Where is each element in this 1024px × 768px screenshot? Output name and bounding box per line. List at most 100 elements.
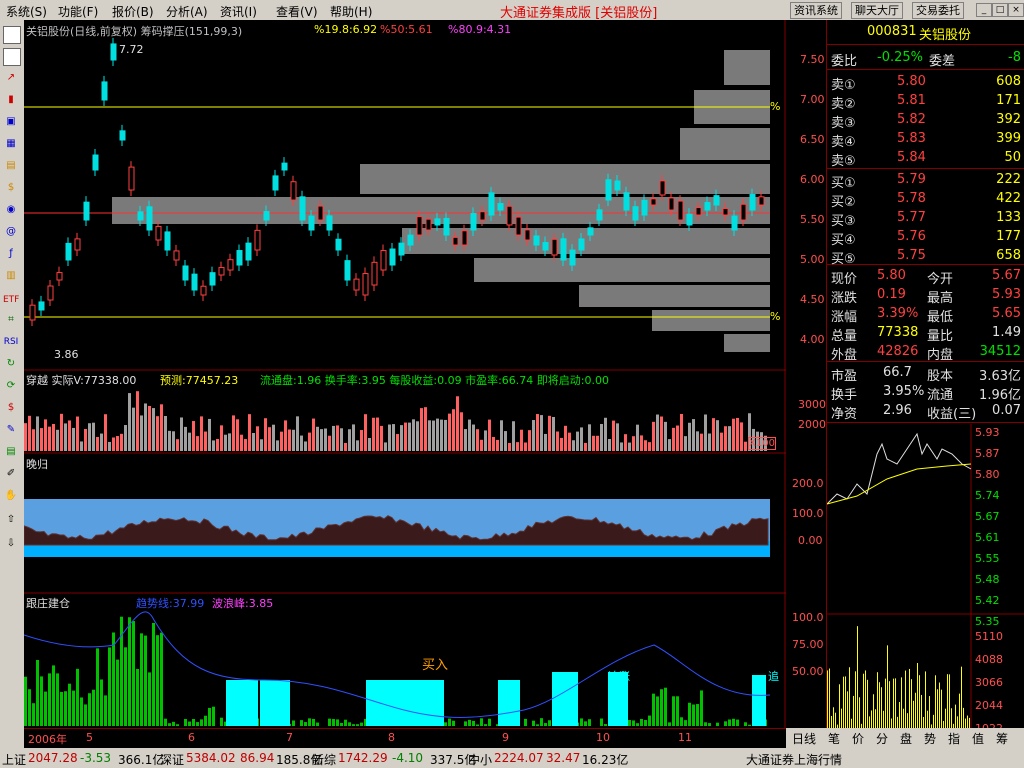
stat-row: 净资 2.96 收益(三) 0.07 (827, 401, 1024, 422)
tab-price[interactable]: 价 (852, 730, 864, 747)
volume-bar (500, 420, 503, 451)
gz-bar (452, 720, 455, 726)
info-system-button[interactable]: 资讯系统 (790, 2, 842, 19)
dollar-icon[interactable]: $ (3, 400, 19, 416)
intraday-vol-bar (903, 708, 904, 730)
gz-bar (312, 718, 315, 726)
sell-volume: 50 (1004, 150, 1021, 165)
volume-bar (340, 428, 343, 451)
intraday-vol-bar (935, 675, 936, 730)
formula-icon[interactable]: ƒ (3, 246, 19, 262)
sz-value: 5384.02 (186, 751, 236, 765)
book-icon[interactable]: ▤ (3, 444, 19, 460)
kline-icon[interactable]: ▮ (3, 92, 19, 108)
volume-bar (416, 421, 419, 451)
candle (587, 227, 594, 236)
tab-tick[interactable]: 笔 (828, 730, 840, 747)
tab-minute[interactable]: 分 (876, 730, 888, 747)
candle (533, 235, 540, 246)
app-title: 大通证券集成版 [关铝股份] (500, 6, 658, 21)
volume-bar (652, 421, 655, 451)
candle (479, 211, 486, 221)
volume-bar (268, 427, 271, 451)
gz-bar (308, 718, 311, 726)
gz-signal-block (752, 675, 766, 726)
menu-function[interactable]: 功能(F) (58, 3, 98, 20)
tab-chips[interactable]: 筹 (996, 730, 1008, 747)
volume-bar (80, 441, 83, 451)
hand-icon[interactable]: ✋ (3, 488, 19, 504)
wangui-y-label: 200.0 (792, 477, 824, 490)
etf-icon[interactable]: ETF (3, 292, 19, 308)
maximize-button[interactable]: □ (992, 3, 1008, 17)
close-button[interactable]: × (1008, 3, 1024, 17)
tab-book[interactable]: 盘 (900, 730, 912, 747)
table-icon[interactable]: ▦ (3, 136, 19, 152)
menu-quote[interactable]: 报价(B) (112, 3, 154, 20)
intraday-vol-bar (849, 667, 850, 730)
money-icon[interactable]: $ (3, 180, 19, 196)
window-icon[interactable]: ▣ (3, 114, 19, 130)
arrow-down-icon[interactable]: ⇩ (3, 536, 19, 552)
intraday-y-label: 5.35 (975, 615, 1000, 628)
volume-bar (352, 424, 355, 451)
gz-bar (480, 718, 483, 726)
volume-bar (720, 432, 723, 451)
candle (326, 215, 333, 231)
document-icon[interactable]: ▤ (3, 158, 19, 174)
tab-daily[interactable]: 日线 (792, 730, 816, 747)
pen-icon[interactable]: ✐ (3, 466, 19, 482)
intraday-vol-bar (875, 709, 876, 730)
volume-bar (68, 420, 71, 451)
minimize-button[interactable]: _ (976, 3, 992, 17)
rsi-icon[interactable]: RSI (3, 334, 19, 350)
menu-system[interactable]: 系统(S) (6, 3, 47, 20)
email-icon[interactable]: @ (3, 224, 19, 240)
tab-trend[interactable]: 势 (924, 730, 936, 747)
weicha-value: -8 (1008, 50, 1021, 65)
chat-hall-button[interactable]: 聊天大厅 (851, 2, 903, 19)
chart-icon[interactable]: ⌗ (3, 312, 19, 328)
sell-price: 5.83 (897, 131, 926, 146)
candle (110, 43, 117, 61)
candle (137, 211, 144, 221)
volume-bar (536, 414, 539, 451)
menu-info[interactable]: 资讯(I) (220, 3, 257, 20)
volume-bar (560, 437, 563, 451)
report-icon[interactable]: ▥ (3, 268, 19, 284)
refresh-icon[interactable]: ↻ (3, 356, 19, 372)
line-chart-icon[interactable]: ↗ (3, 70, 19, 86)
chart-area[interactable]: 关铝股份(日线,前复权) 筹码撑压(151,99,3) %19.8:6.92 %… (24, 20, 786, 748)
menu-analysis[interactable]: 分析(A) (166, 3, 208, 20)
volume-bar (484, 430, 487, 451)
candle (614, 180, 621, 191)
chip-indicator-3: %80.9:4.31 (448, 23, 512, 36)
zx-amount: 16.23亿 (582, 753, 629, 767)
tab-value[interactable]: 值 (972, 730, 984, 747)
gz-bar (124, 647, 127, 726)
volume-bar (568, 432, 571, 451)
list-icon[interactable] (3, 48, 21, 66)
menu-help[interactable]: 帮助(H) (330, 3, 372, 20)
volume-bar (280, 431, 283, 451)
note-icon[interactable]: ✎ (3, 422, 19, 438)
arrow-up-icon[interactable]: ⇧ (3, 512, 19, 528)
volume-bar (580, 427, 583, 451)
gz-bar (360, 722, 363, 726)
candle (686, 213, 693, 226)
buy-price: 5.75 (897, 248, 926, 263)
trade-order-button[interactable]: 交易委托 (912, 2, 964, 19)
tab-index[interactable]: 指 (948, 730, 960, 747)
volume-bar (408, 422, 411, 451)
cycle-icon[interactable]: ⟳ (3, 378, 19, 394)
gz-bar (472, 720, 475, 726)
volume-bar (220, 425, 223, 451)
gz-bar (304, 722, 307, 726)
globe-icon[interactable]: ◉ (3, 202, 19, 218)
menu-bar: 系统(S) 功能(F) 报价(B) 分析(A) 资讯(I) 查看(V) 帮助(H… (0, 0, 1024, 21)
gz-bar (104, 695, 107, 726)
buy-price: 5.77 (897, 210, 926, 225)
menu-view[interactable]: 查看(V) (276, 3, 318, 20)
grid-icon[interactable] (3, 26, 21, 44)
y-label: 4.50 (800, 293, 825, 306)
